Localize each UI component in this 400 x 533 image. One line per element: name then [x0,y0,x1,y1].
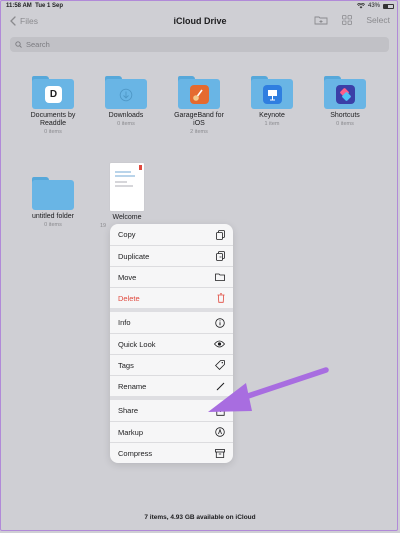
item-count: 0 items [117,121,135,127]
battery-icon [383,3,394,9]
document-thumbnail [110,163,144,211]
tag-icon [215,360,225,370]
shortcuts-app-icon [336,85,355,104]
folder-icon [251,76,293,109]
wifi-icon [356,3,365,9]
download-arrow-icon [119,88,133,102]
status-right: 43% [356,3,394,9]
grid-view-icon[interactable] [342,15,353,25]
folder-icon [324,76,366,109]
keynote-app-icon [263,85,282,104]
info-icon [215,317,225,328]
navigation-bar: Files iCloud Drive Select [0,14,400,32]
item-count: 0 items [44,129,62,135]
trash-icon [217,293,225,303]
battery-percent: 43% [367,3,380,9]
share-icon [216,405,225,416]
pencil-icon [216,382,225,390]
item-count: 1 item [264,121,280,127]
document-welcome[interactable]: Welcome 19 [92,163,162,229]
nav-actions: Select [314,15,390,25]
search-bar[interactable] [10,37,389,52]
folder-garageband[interactable]: GarageBand for iOS 2 items [164,76,234,135]
item-name: Downloads [108,112,144,119]
folder-untitled[interactable]: untitled folder 0 items [18,177,88,228]
status-bar: 11:58 AM Tue 1 Sep 43% [0,0,400,12]
menu-item-delete[interactable]: Delete [110,287,233,308]
markup-icon [215,427,225,437]
archive-box-icon [215,448,225,458]
menu-item-move[interactable]: Move [110,266,233,287]
item-name: GarageBand for iOS [174,112,224,127]
new-folder-icon[interactable] [314,15,328,25]
menu-item-info[interactable]: Info [110,312,233,333]
menu-item-copy[interactable]: Copy [110,224,233,245]
search-input[interactable] [26,40,346,49]
folder-icon: D [32,76,74,109]
folder-icon [178,76,220,109]
eye-icon [214,340,225,348]
item-name: untitled folder [31,213,75,220]
item-name: Shortcuts [330,112,360,119]
folder-documents-by-readdle[interactable]: D Documents by Readdle 0 items [18,76,88,135]
readdle-app-icon: D [45,86,62,103]
context-menu: Copy Duplicate Move Delete Info Quick Lo… [110,224,233,463]
item-name: Welcome [112,214,142,221]
duplicate-icon [216,251,225,261]
garageband-app-icon [190,85,209,104]
status-time: 11:58 AM Tue 1 Sep [6,3,64,9]
folder-icon [32,177,74,210]
battery-fill [384,4,388,8]
item-count: 0 items [44,222,62,228]
folder-icon [105,76,147,109]
item-name: Documents by Readdle [30,112,76,127]
select-button[interactable]: Select [366,15,390,25]
menu-item-share[interactable]: Share [110,400,233,421]
storage-summary: 7 items, 4.93 GB available on iCloud [144,514,256,521]
menu-item-duplicate[interactable]: Duplicate [110,245,233,266]
menu-item-compress[interactable]: Compress [110,442,233,463]
folder-keynote[interactable]: Keynote 1 item [237,76,307,127]
search-icon [15,41,22,48]
item-count: 2 items [190,129,208,135]
folder-outline-icon [215,273,225,281]
item-count: 0 items [336,121,354,127]
menu-item-quick-look[interactable]: Quick Look [110,333,233,354]
menu-item-tags[interactable]: Tags [110,354,233,375]
menu-item-rename[interactable]: Rename [110,375,233,396]
folder-shortcuts[interactable]: Shortcuts 0 items [310,76,380,127]
item-name: Keynote [259,112,285,119]
menu-item-markup[interactable]: Markup [110,421,233,442]
copy-icon [216,229,225,240]
folder-downloads[interactable]: Downloads 0 items [91,76,161,127]
